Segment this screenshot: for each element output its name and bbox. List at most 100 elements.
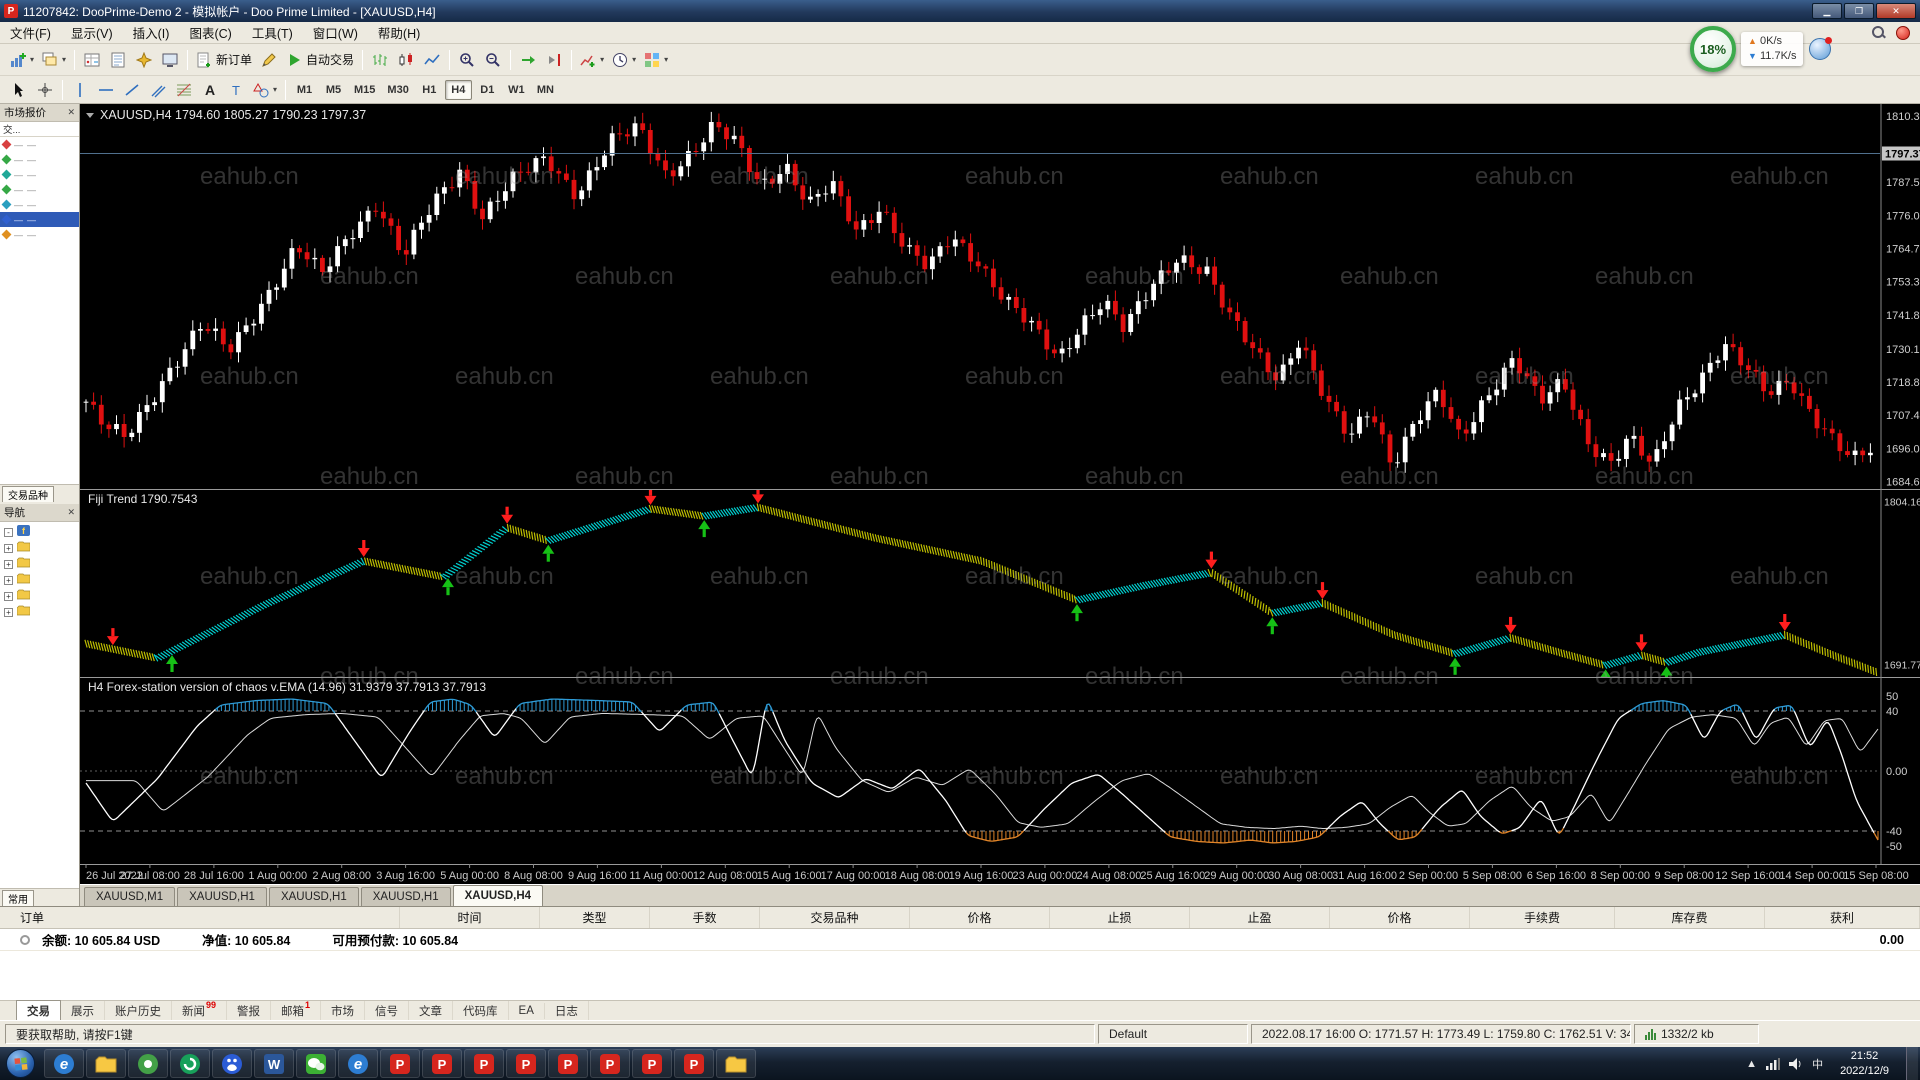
expand-icon[interactable]: + [4, 575, 13, 585]
taskbar-redapp-icon[interactable]: P [548, 1049, 588, 1078]
timeframe-h4-button[interactable]: H4 [444, 79, 472, 100]
taskbar-chrome-icon[interactable] [128, 1049, 168, 1078]
crosshair-button[interactable] [32, 78, 58, 102]
terminal-column-1[interactable]: 时间 [400, 907, 540, 928]
start-button[interactable] [6, 1049, 35, 1078]
navigator-tree-item-2[interactable]: + [0, 556, 79, 572]
timeframe-d1-button[interactable]: D1 [474, 80, 501, 100]
taskbar-clock[interactable]: 21:52 2022/12/9 [1832, 1049, 1897, 1078]
zoom-in-button[interactable] [454, 48, 480, 72]
terminal-tab-11[interactable]: 日志 [545, 1000, 589, 1021]
periods-button[interactable]: ▾ [608, 48, 640, 72]
close-button[interactable]: ✕ [1876, 3, 1916, 19]
speed-ball-overlay[interactable]: 18% ▲ 0K/s ▼ 11.7K/s [1690, 26, 1833, 72]
taskbar-redapp-icon[interactable]: P [506, 1049, 546, 1078]
symbol-row-0[interactable]: — — [0, 137, 79, 152]
symbol-row-2[interactable]: — — [0, 167, 79, 182]
channel-button[interactable] [145, 78, 171, 102]
taskbar-s360-icon[interactable] [170, 1049, 210, 1078]
tray-network-icon[interactable] [1766, 1057, 1781, 1070]
navigator-close-icon[interactable]: ✕ [67, 507, 75, 518]
trendline-button[interactable] [119, 78, 145, 102]
chart-tab-1[interactable]: XAUUSD,H1 [177, 887, 267, 906]
terminal-column-5[interactable]: 价格 [910, 907, 1050, 928]
market-watch-close-icon[interactable]: ✕ [67, 107, 75, 118]
taskbar-word-icon[interactable]: W [254, 1049, 294, 1078]
terminal-tab-3[interactable]: 新闻 99 [172, 1000, 228, 1021]
terminal-column-8[interactable]: 价格 [1330, 907, 1470, 928]
chart-tab-3[interactable]: XAUUSD,H1 [360, 887, 451, 906]
line-chart-button[interactable] [419, 48, 445, 72]
terminal-tab-9[interactable]: 代码库 [453, 1000, 509, 1021]
bars-chart-button[interactable] [367, 48, 393, 72]
taskbar-redapp-icon[interactable]: P [590, 1049, 630, 1078]
candles-chart-button[interactable] [393, 48, 419, 72]
terminal-column-3[interactable]: 手数 [650, 907, 760, 928]
tray-up-arrow-icon[interactable]: ▲ [1746, 1058, 1757, 1070]
search-icon[interactable] [1871, 25, 1886, 40]
memory-percent-ball[interactable]: 18% [1690, 26, 1736, 72]
symbol-row-1[interactable]: — — [0, 152, 79, 167]
indicators-button[interactable]: ▾ [576, 48, 608, 72]
shapes-button[interactable]: ▾ [249, 78, 281, 102]
chart-region[interactable]: eahub.cn eahub.cn eahub.cn eahub.cn eahub.cn… [80, 104, 1920, 884]
taskbar-redapp-icon[interactable]: P [674, 1049, 714, 1078]
menu-item-2[interactable]: 插入(I) [123, 20, 180, 45]
data-window-button[interactable] [105, 48, 131, 72]
taskbar-redapp-icon[interactable]: P [380, 1049, 420, 1078]
navigator-tree-item-1[interactable]: + [0, 540, 79, 556]
chart-tab-2[interactable]: XAUUSD,H1 [268, 887, 359, 906]
templates-button[interactable]: ▾ [640, 48, 672, 72]
menu-item-0[interactable]: 文件(F) [0, 20, 61, 45]
hline-button[interactable] [93, 78, 119, 102]
timeframe-m15-button[interactable]: M15 [349, 80, 380, 100]
terminal-column-11[interactable]: 获利 [1765, 907, 1920, 928]
terminal-column-4[interactable]: 交易品种 [760, 907, 910, 928]
symbol-row-5[interactable]: — — [0, 212, 79, 227]
fibo-button[interactable] [171, 78, 197, 102]
vline-button[interactable] [67, 78, 93, 102]
timeframe-m30-button[interactable]: M30 [382, 80, 413, 100]
terminal-tab-1[interactable]: 展示 [61, 1000, 105, 1021]
taskbar-redapp-icon[interactable]: P [464, 1049, 504, 1078]
chart-tab-0[interactable]: XAUUSD,M1 [84, 887, 176, 906]
menu-item-3[interactable]: 图表(C) [179, 20, 241, 45]
terminal-column-6[interactable]: 止损 [1050, 907, 1190, 928]
show-desktop-button[interactable] [1906, 1047, 1918, 1080]
navigator-button[interactable] [131, 48, 157, 72]
restore-button[interactable]: ❐ [1844, 3, 1874, 19]
new-chart-button[interactable]: ▾ [6, 48, 38, 72]
taskbar-redapp-icon[interactable]: P [422, 1049, 462, 1078]
timeframe-m5-button[interactable]: M5 [320, 80, 347, 100]
terminal-panel-button[interactable] [157, 48, 183, 72]
zoom-out-button[interactable] [480, 48, 506, 72]
navigator-tree-item-4[interactable]: + [0, 588, 79, 604]
minimize-button[interactable]: ▁ [1812, 3, 1842, 19]
taskbar-redapp-icon[interactable]: P [632, 1049, 672, 1078]
price-chart-canvas[interactable]: eahub.cn eahub.cn eahub.cn eahub.cn eahub.cn… [80, 104, 1920, 884]
label-tool-button[interactable]: T [223, 78, 249, 102]
expand-icon[interactable]: + [4, 559, 13, 569]
taskbar-ie-icon[interactable]: e [338, 1049, 378, 1078]
booster-icon[interactable] [1896, 25, 1910, 40]
taskbar-wechat-icon[interactable] [296, 1049, 336, 1078]
status-profile[interactable]: Default [1098, 1024, 1248, 1044]
text-tool-button[interactable]: A [197, 78, 223, 102]
menu-item-5[interactable]: 窗口(W) [303, 20, 368, 45]
cursor-button[interactable] [6, 78, 32, 102]
chart-shift-button[interactable] [541, 48, 567, 72]
new-order-button[interactable]: 新订单 [192, 48, 256, 72]
navigator-tree-item-5[interactable]: + [0, 604, 79, 620]
market-watch-button[interactable] [79, 48, 105, 72]
symbol-row-6[interactable]: — — [0, 227, 79, 242]
collapse-icon[interactable]: - [4, 527, 13, 537]
terminal-tab-0[interactable]: 交易 [16, 1000, 61, 1021]
auto-scroll-button[interactable] [515, 48, 541, 72]
timeframe-mn-button[interactable]: MN [532, 80, 559, 100]
autotrading-button[interactable]: 自动交易 [282, 48, 358, 72]
terminal-column-7[interactable]: 止盈 [1190, 907, 1330, 928]
timeframe-h1-button[interactable]: H1 [416, 80, 443, 100]
metaeditor-button[interactable] [256, 48, 282, 72]
expand-icon[interactable]: + [4, 607, 13, 617]
terminal-column-2[interactable]: 类型 [540, 907, 650, 928]
